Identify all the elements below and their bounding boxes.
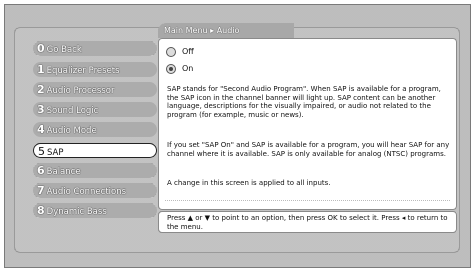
radio-button[interactable] [166,47,176,57]
menu-item-number: 4 [37,123,45,136]
option-label: Off [182,47,194,56]
menu-item-number: 8 [37,204,45,217]
breadcrumb: Main Menu ▸ Audio [158,23,294,38]
menu-item-label: SAP [47,148,64,158]
menu-item-number: 1 [37,63,45,76]
option-off[interactable]: Off [166,47,194,57]
menu-item-label: Audio Processor [46,86,115,96]
sap-description: SAP stands for "Second Audio Program". W… [167,85,441,119]
menu-item-number: 6 [37,164,45,177]
menu-item-label: Go Back [46,45,82,55]
menu-item-label: Equalizer Presets [46,66,120,76]
menu-item-label: Dynamic Bass [46,207,107,217]
menu-item-label: Audio Connections [46,187,127,197]
menu-item-number: 3 [37,103,45,116]
sap-content-pane: Off On SAP stands for "Second Audio Prog… [158,38,457,210]
help-footer: Press ▲ or ▼ to point to an option, then… [158,211,457,233]
divider [165,200,450,201]
radio-button-checked[interactable] [166,64,176,74]
menu-item-balance[interactable]: 6 Balance [33,163,157,178]
sap-on-description: If you set "SAP On" and SAP is available… [167,141,450,158]
inputs-note: A change in this screen is applied to al… [167,179,331,187]
menu-item-number: 7 [37,184,45,197]
option-on[interactable]: On [166,64,193,74]
menu-item-label: Balance [46,167,81,177]
menu-item-audio-connections[interactable]: 7 Audio Connections [33,183,157,198]
menu-item-audio-mode[interactable]: 4 Audio Mode [33,122,157,137]
menu-item-number: 5 [38,145,45,158]
menu-item-sap[interactable]: 5 SAP [33,143,157,158]
menu-item-dynamic-bass[interactable]: 8 Dynamic Bass [33,203,157,218]
menu-item-number: 2 [37,83,45,96]
menu-item-sound-logic[interactable]: 3 Sound Logic [33,102,157,117]
menu-item-label: Audio Mode [46,126,97,136]
menu-item-audio-processor[interactable]: 2 Audio Processor [33,82,157,97]
menu-item-label: Sound Logic [46,106,99,116]
menu-item-go-back[interactable]: 0 Go Back [33,41,157,56]
option-label: On [182,64,194,73]
menu-item-equalizer-presets[interactable]: 1 Equalizer Presets [33,62,157,77]
menu-item-number: 0 [37,42,45,55]
